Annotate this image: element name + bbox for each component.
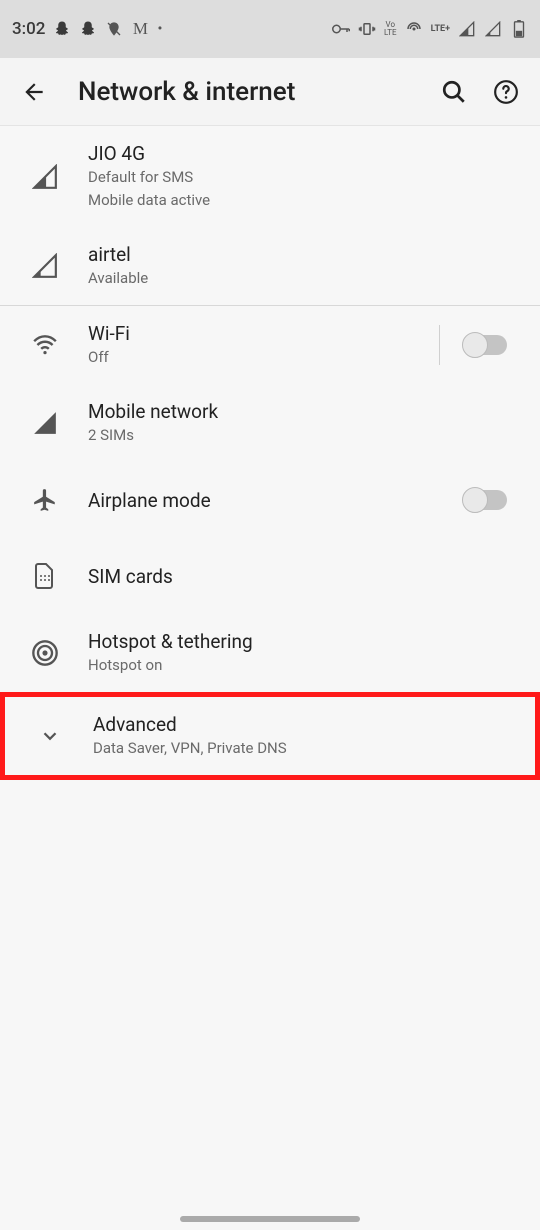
sim1-title: JIO 4G <box>88 142 520 165</box>
snapchat-icon <box>79 20 97 38</box>
hotspot-title: Hotspot & tethering <box>88 630 520 653</box>
hotspot-icon <box>405 20 423 38</box>
mobile-title: Mobile network <box>88 400 520 423</box>
simcards-title: SIM cards <box>88 565 520 588</box>
wifi-switch[interactable] <box>463 335 507 355</box>
page-title: Network & internet <box>78 77 422 107</box>
help-button[interactable] <box>486 72 526 112</box>
hotspot-icon <box>20 639 70 667</box>
sim2-sub: Available <box>88 268 520 289</box>
advanced-title: Advanced <box>93 713 515 736</box>
app-bar: Network & internet <box>0 58 540 126</box>
wifi-title: Wi-Fi <box>88 322 429 345</box>
wifi-sub: Off <box>88 347 429 368</box>
sim1-item[interactable]: JIO 4G Default for SMS Mobile data activ… <box>0 126 540 227</box>
airplane-title: Airplane mode <box>88 489 450 512</box>
mobile-network-item[interactable]: Mobile network 2 SIMs <box>0 384 540 462</box>
hotspot-item[interactable]: Hotspot & tethering Hotspot on <box>0 614 540 692</box>
nav-handle[interactable] <box>180 1216 360 1222</box>
hotspot-sub: Hotspot on <box>88 655 520 676</box>
back-button[interactable] <box>14 72 54 112</box>
vpn-key-icon <box>332 20 350 38</box>
airplane-icon <box>20 487 70 513</box>
wifi-icon <box>20 332 70 358</box>
lte-icon: LTE+ <box>431 24 450 34</box>
sim1-sub2: Mobile data active <box>88 190 520 211</box>
signal-full-icon <box>20 410 70 436</box>
signal-icon <box>20 164 70 190</box>
snapchat-icon <box>53 20 71 38</box>
chevron-down-icon <box>25 725 75 747</box>
sim2-title: airtel <box>88 243 520 266</box>
signal-icon <box>458 20 476 38</box>
mobile-sub: 2 SIMs <box>88 425 520 446</box>
search-button[interactable] <box>434 72 474 112</box>
sim-icon <box>20 562 70 590</box>
sim2-item[interactable]: airtel Available <box>0 227 540 305</box>
dot-icon: • <box>157 21 162 37</box>
status-bar: 3:02 M • Vo LTE LTE+ <box>0 0 540 58</box>
sim1-sub1: Default for SMS <box>88 167 520 188</box>
gmail-icon: M <box>131 20 149 38</box>
advanced-item[interactable]: Advanced Data Saver, VPN, Private DNS <box>0 692 540 780</box>
airplane-item[interactable]: Airplane mode <box>0 462 540 538</box>
wifi-item[interactable]: Wi-Fi Off <box>0 306 540 384</box>
volte-icon: Vo LTE <box>384 21 397 37</box>
vibrate-icon <box>358 20 376 38</box>
signal-icon <box>20 253 70 279</box>
location-off-icon <box>105 20 123 38</box>
airplane-switch[interactable] <box>463 490 507 510</box>
advanced-sub: Data Saver, VPN, Private DNS <box>93 738 515 759</box>
divider <box>439 325 440 365</box>
status-time: 3:02 <box>12 19 45 39</box>
battery-icon <box>510 20 528 38</box>
signal-icon <box>484 20 502 38</box>
simcards-item[interactable]: SIM cards <box>0 538 540 614</box>
